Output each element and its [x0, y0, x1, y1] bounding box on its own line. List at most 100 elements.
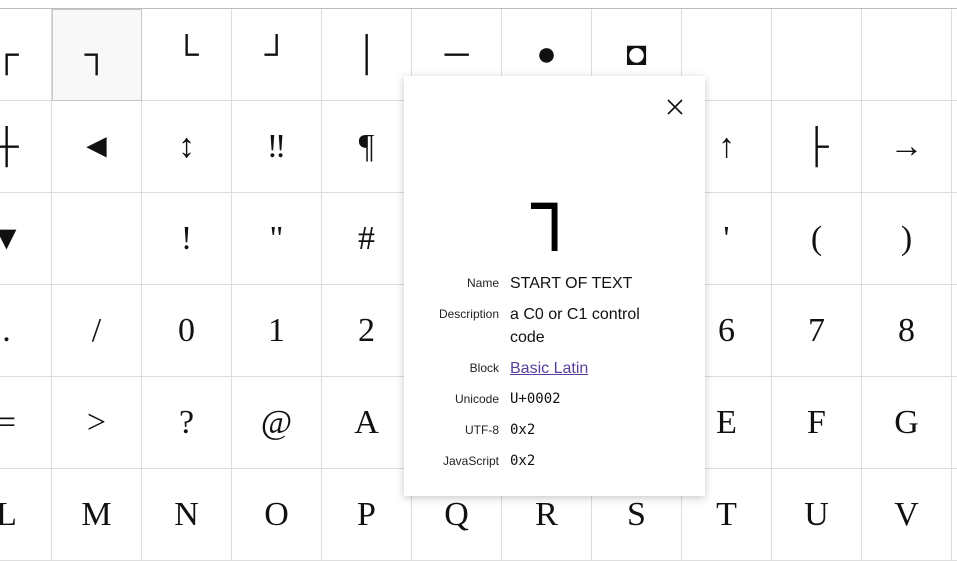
character-cell[interactable]: ◄	[52, 101, 142, 193]
character-glyph: )	[900, 219, 913, 257]
character-cell[interactable]	[952, 285, 957, 377]
character-cell[interactable]	[772, 9, 862, 101]
character-glyph: "	[269, 219, 284, 257]
character-glyph: ─	[444, 35, 469, 73]
character-glyph: 1	[268, 311, 285, 349]
character-cell[interactable]: ?	[142, 377, 232, 469]
character-cell[interactable]: 0	[142, 285, 232, 377]
character-cell[interactable]: ‼	[232, 101, 322, 193]
character-cell[interactable]: ┐	[52, 9, 142, 101]
character-cell[interactable]: ¶	[322, 101, 412, 193]
character-cell[interactable]: 8	[862, 285, 952, 377]
character-cell[interactable]: O	[232, 469, 322, 561]
character-cell[interactable]	[952, 101, 957, 193]
character-cell[interactable]: /	[52, 285, 142, 377]
character-glyph: └	[174, 35, 199, 73]
character-cell[interactable]: ↕	[142, 101, 232, 193]
character-glyph: N	[174, 495, 199, 533]
character-glyph: G	[894, 403, 919, 441]
character-cell[interactable]: N	[142, 469, 232, 561]
character-glyph: ┼	[0, 127, 19, 165]
character-cell[interactable]	[952, 469, 957, 561]
close-button[interactable]	[664, 96, 686, 118]
character-cell[interactable]: !	[142, 193, 232, 285]
character-glyph: !	[180, 219, 193, 257]
character-glyph: E	[716, 403, 737, 441]
prop-block: Block Basic Latin	[404, 357, 705, 380]
character-glyph: T	[716, 495, 737, 533]
character-cell[interactable]: V	[862, 469, 952, 561]
prop-label: JavaScript	[442, 454, 499, 468]
character-glyph: ¶	[358, 127, 375, 165]
character-glyph: A	[354, 403, 379, 441]
character-cell[interactable]: ┌	[0, 9, 52, 101]
character-glyph: ↕	[178, 127, 195, 165]
character-cell[interactable]: L	[0, 469, 52, 561]
character-cell[interactable]	[952, 377, 957, 469]
character-cell[interactable]: ┘	[232, 9, 322, 101]
character-glyph: U	[804, 495, 829, 533]
character-cell[interactable]	[952, 9, 957, 101]
prop-value: 0x2	[510, 422, 536, 438]
character-detail-popup: ┐ Name START OF TEXT Description a C0 or C…	[404, 76, 705, 496]
character-cell[interactable]: A	[322, 377, 412, 469]
character-cell[interactable]: G	[862, 377, 952, 469]
character-glyph: ┌	[0, 35, 19, 73]
character-glyph: S	[627, 495, 646, 533]
character-cell[interactable]	[862, 9, 952, 101]
character-glyph: O	[264, 495, 289, 533]
prop-utf8: UTF-8 0x2	[404, 419, 705, 442]
character-glyph: ?	[178, 403, 195, 441]
character-cell[interactable]: @	[232, 377, 322, 469]
character-cell[interactable]: F	[772, 377, 862, 469]
character-cell[interactable]: │	[322, 9, 412, 101]
character-cell[interactable]: U	[772, 469, 862, 561]
prop-label: Description	[438, 307, 499, 321]
character-glyph: F	[807, 403, 826, 441]
character-glyph: =	[0, 403, 17, 441]
prop-name: Name START OF TEXT	[404, 272, 705, 295]
character-cell[interactable]: .	[0, 285, 52, 377]
character-glyph: 7	[808, 311, 825, 349]
prop-description: Description a C0 or C1 control code	[404, 303, 705, 349]
character-cell[interactable]: "	[232, 193, 322, 285]
character-glyph: Q	[444, 495, 469, 533]
character-glyph: ├	[804, 127, 829, 165]
character-cell[interactable]: )	[862, 193, 952, 285]
character-cell[interactable]: ▼	[0, 193, 52, 285]
character-glyph: @	[260, 403, 293, 441]
character-cell[interactable]: P	[322, 469, 412, 561]
prop-label: Name	[466, 276, 499, 290]
character-glyph: ‼	[266, 127, 287, 165]
character-cell[interactable]: (	[772, 193, 862, 285]
prop-label: UTF-8	[465, 423, 499, 437]
character-glyph: 6	[718, 311, 735, 349]
character-cell[interactable]: ├	[772, 101, 862, 193]
character-cell[interactable]: #	[322, 193, 412, 285]
character-glyph: ◄	[79, 127, 114, 165]
character-cell[interactable]: M	[52, 469, 142, 561]
character-cell[interactable]: └	[142, 9, 232, 101]
character-cell[interactable]	[952, 193, 957, 285]
prop-unicode: Unicode U+0002	[404, 388, 705, 411]
character-cell[interactable]	[52, 193, 142, 285]
close-icon	[667, 99, 683, 115]
character-cell[interactable]: =	[0, 377, 52, 469]
character-cell[interactable]: >	[52, 377, 142, 469]
character-glyph: 0	[178, 311, 195, 349]
character-glyph: ↑	[718, 127, 735, 165]
block-link[interactable]: Basic Latin	[510, 360, 588, 377]
character-cell[interactable]: 2	[322, 285, 412, 377]
character-glyph: 2	[358, 311, 375, 349]
prop-javascript: JavaScript 0x2	[404, 450, 705, 473]
prop-value: 0x2	[510, 453, 536, 469]
glyph-preview: ┐	[531, 161, 578, 250]
character-cell[interactable]: ┼	[0, 101, 52, 193]
character-glyph: (	[810, 219, 823, 257]
character-glyph: M	[81, 495, 112, 533]
character-cell[interactable]: 7	[772, 285, 862, 377]
character-cell[interactable]: →	[862, 101, 952, 193]
character-glyph: #	[358, 219, 375, 257]
character-cell[interactable]: 1	[232, 285, 322, 377]
character-glyph: 8	[898, 311, 915, 349]
